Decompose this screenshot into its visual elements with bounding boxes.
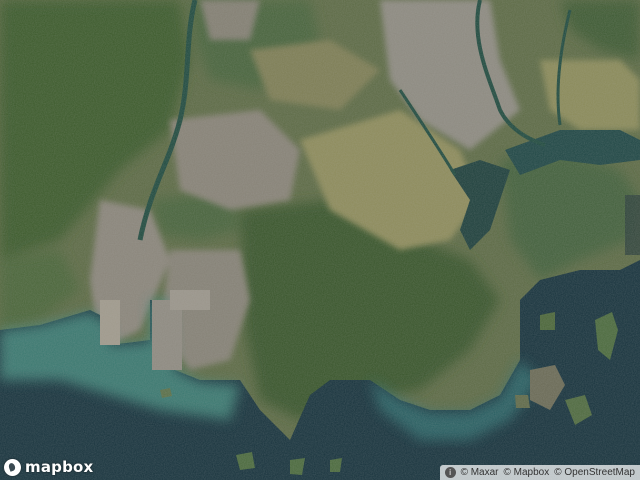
attribution-mapbox-link[interactable]: © Mapbox <box>504 467 550 478</box>
mapbox-logo-icon <box>4 458 21 476</box>
mapbox-logo-text: mapbox <box>25 458 94 476</box>
satellite-imagery <box>0 0 640 480</box>
mapbox-logo[interactable]: mapbox <box>4 458 93 476</box>
attribution-maxar-link[interactable]: © Maxar <box>461 467 499 478</box>
imagery-texture <box>0 0 640 480</box>
satellite-map[interactable]: mapbox i © Maxar © Mapbox © OpenStreetMa… <box>0 0 640 480</box>
attribution-bar: i © Maxar © Mapbox © OpenStreetMap <box>439 465 640 480</box>
attribution-osm-link[interactable]: © OpenStreetMap <box>554 467 635 478</box>
info-icon[interactable]: i <box>444 467 456 478</box>
